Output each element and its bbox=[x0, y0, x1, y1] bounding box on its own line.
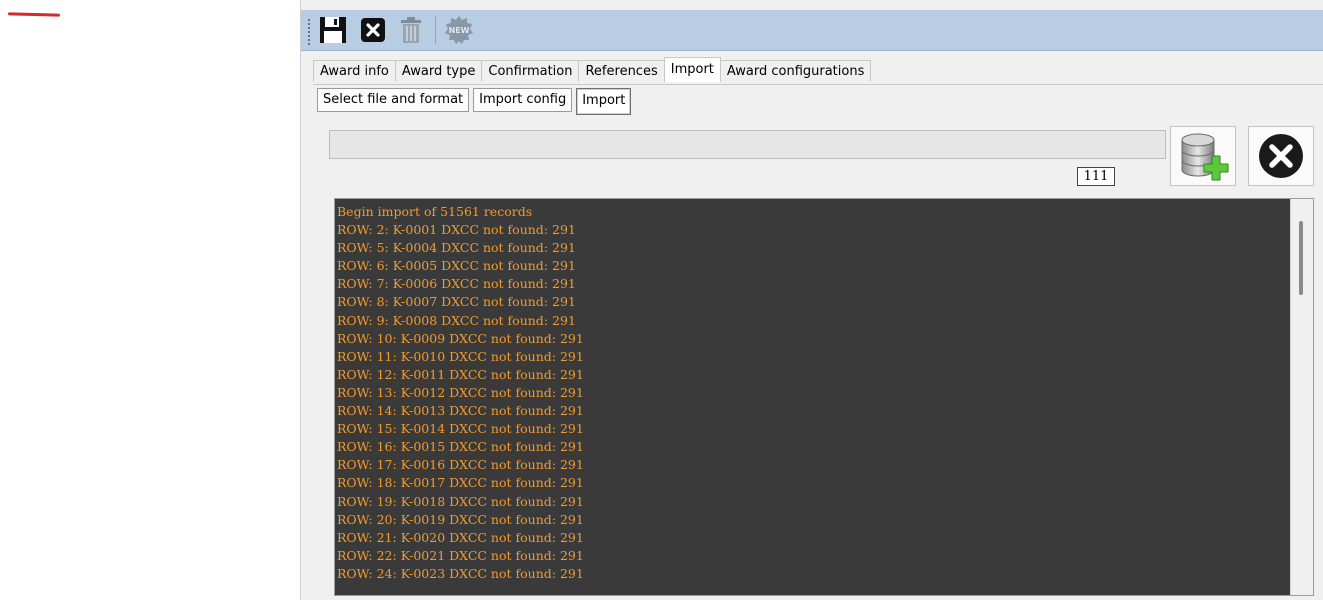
log-line: ROW: 10: K-0009 DXCC not found: 291 bbox=[337, 330, 584, 346]
tab-award-info[interactable]: Award info bbox=[313, 60, 396, 82]
tab-award-configurations[interactable]: Award configurations bbox=[719, 60, 872, 82]
log-line: ROW: 9: K-0008 DXCC not found: 291 bbox=[337, 312, 576, 328]
red-annotation-stroke bbox=[7, 12, 61, 17]
log-line: ROW: 12: K-0011 DXCC not found: 291 bbox=[337, 366, 584, 382]
log-line: ROW: 20: K-0019 DXCC not found: 291 bbox=[337, 511, 584, 527]
log-line: ROW: 6: K-0005 DXCC not found: 291 bbox=[337, 258, 576, 274]
toolbar-separator bbox=[435, 16, 436, 44]
delete-icon bbox=[401, 17, 421, 43]
log-line: ROW: 17: K-0016 DXCC not found: 291 bbox=[337, 457, 584, 473]
close-button[interactable] bbox=[357, 14, 389, 46]
log-line: ROW: 16: K-0015 DXCC not found: 291 bbox=[337, 439, 584, 455]
log-line: ROW: 8: K-0007 DXCC not found: 291 bbox=[337, 294, 576, 310]
log-line: ROW: 11: K-0010 DXCC not found: 291 bbox=[337, 348, 584, 364]
import-progress-bar bbox=[329, 130, 1166, 159]
save-icon bbox=[320, 17, 346, 43]
tab-pane-border bbox=[313, 84, 1323, 85]
tab-references[interactable]: References bbox=[578, 60, 665, 82]
record-counter: 111 bbox=[1077, 167, 1115, 186]
log-line: ROW: 22: K-0021 DXCC not found: 291 bbox=[337, 547, 584, 563]
cancel-icon bbox=[1259, 134, 1303, 178]
import-subtabs: Select file and format Import config Imp… bbox=[317, 88, 632, 115]
subtab-import[interactable]: Import bbox=[576, 88, 632, 115]
log-line: ROW: 14: K-0013 DXCC not found: 291 bbox=[337, 403, 584, 419]
toolbar-grip[interactable] bbox=[307, 18, 311, 46]
log-line: ROW: 19: K-0018 DXCC not found: 291 bbox=[337, 493, 584, 509]
log-line: ROW: 13: K-0012 DXCC not found: 291 bbox=[337, 384, 584, 400]
new-button[interactable]: NEW bbox=[443, 14, 475, 46]
log-line: ROW: 24: K-0023 DXCC not found: 291 bbox=[337, 565, 584, 581]
log-line: ROW: 5: K-0004 DXCC not found: 291 bbox=[337, 240, 576, 256]
log-lines: Begin import of 51561 records ROW: 2: K-0… bbox=[337, 203, 1287, 583]
import-log-console[interactable]: Begin import of 51561 records ROW: 2: K-0… bbox=[334, 198, 1314, 596]
log-line: ROW: 2: K-0001 DXCC not found: 291 bbox=[337, 222, 576, 238]
log-line: ROW: 18: K-0017 DXCC not found: 291 bbox=[337, 475, 584, 491]
close-icon bbox=[361, 18, 385, 42]
toolbar: NEW bbox=[301, 10, 1323, 51]
new-icon: NEW bbox=[445, 16, 473, 44]
log-scrollbar-thumb[interactable] bbox=[1299, 221, 1303, 295]
award-editor-window: NEW Award info Award type Confirmation R… bbox=[300, 0, 1323, 600]
log-line: ROW: 15: K-0014 DXCC not found: 291 bbox=[337, 421, 584, 437]
tab-import[interactable]: Import bbox=[663, 57, 721, 82]
tab-award-type[interactable]: Award type bbox=[394, 60, 483, 82]
log-line: Begin import of 51561 records bbox=[337, 204, 533, 219]
log-scrollbar[interactable] bbox=[1290, 199, 1313, 595]
log-line: ROW: 7: K-0006 DXCC not found: 291 bbox=[337, 276, 576, 292]
cancel-import-button[interactable] bbox=[1248, 126, 1314, 186]
subtab-select-file-and-format[interactable]: Select file and format bbox=[317, 88, 470, 112]
tab-confirmation[interactable]: Confirmation bbox=[481, 60, 580, 82]
log-line: ROW: 21: K-0020 DXCC not found: 291 bbox=[337, 529, 584, 545]
subtab-import-config[interactable]: Import config bbox=[473, 88, 573, 112]
main-tabs: Award info Award type Confirmation Refer… bbox=[313, 57, 872, 84]
save-button[interactable] bbox=[317, 14, 349, 46]
start-import-button[interactable] bbox=[1170, 126, 1236, 186]
new-badge-text: NEW bbox=[449, 26, 470, 35]
database-add-icon bbox=[1181, 133, 1229, 181]
delete-button[interactable] bbox=[395, 14, 427, 46]
